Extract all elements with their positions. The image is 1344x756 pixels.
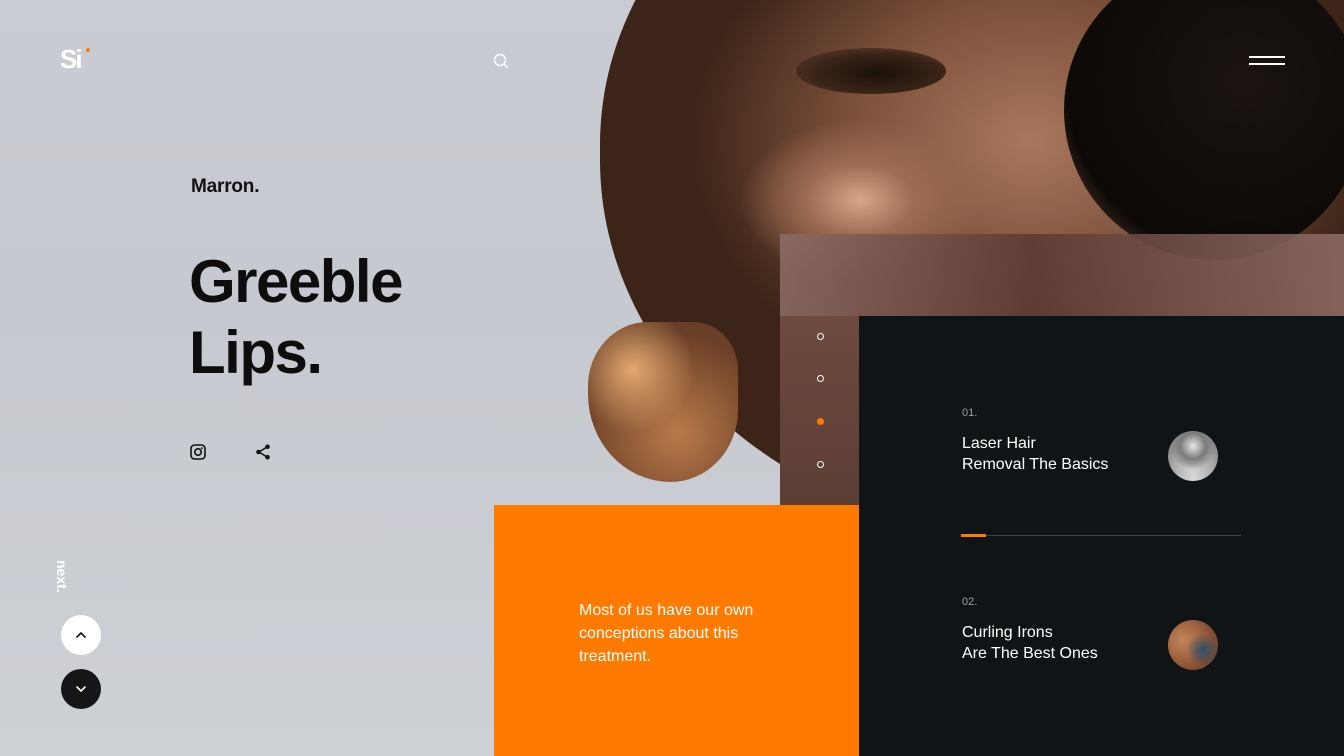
article-progress-fill — [961, 534, 987, 537]
promo-card: Most of us have our own conceptions abou… — [494, 505, 859, 756]
article-progress-track — [961, 534, 1241, 537]
hamburger-icon — [1249, 56, 1285, 58]
next-slide-button[interactable] — [61, 669, 101, 709]
menu-button[interactable] — [1246, 52, 1288, 70]
promo-text: Most of us have our own conceptions abou… — [579, 602, 754, 665]
glitter-lips-shape — [588, 322, 738, 482]
search-button[interactable] — [490, 50, 512, 72]
next-label: next. — [54, 560, 70, 593]
slider-dot-3-active[interactable] — [817, 418, 824, 425]
article-thumbnail-2[interactable] — [1168, 620, 1218, 670]
hamburger-icon-line — [1249, 63, 1285, 65]
slider-dot-2[interactable] — [817, 375, 824, 382]
logo-text: Si — [60, 44, 83, 74]
share-button[interactable] — [253, 442, 273, 462]
chevron-up-icon — [76, 632, 86, 638]
article-item-1[interactable]: 01. Laser Hair Removal The Basics — [962, 407, 1262, 475]
article-number: 01. — [962, 407, 978, 419]
article-item-2[interactable]: 02. Curling Irons Are The Best Ones — [962, 596, 1262, 664]
page: Si Marron. Greeble Lips. next. Most of u… — [0, 0, 1344, 756]
slider-dots — [817, 333, 825, 469]
articles-panel: 01. Laser Hair Removal The Basics 02. Cu… — [859, 316, 1344, 756]
blurred-image-panel — [780, 234, 1344, 316]
article-thumbnail-1[interactable] — [1168, 431, 1218, 481]
slider-dot-1[interactable] — [817, 333, 824, 340]
previous-slide-button[interactable] — [61, 615, 101, 655]
share-icon — [256, 444, 270, 460]
eye-shape — [796, 48, 946, 94]
instagram-icon — [190, 444, 206, 460]
search-icon — [493, 53, 509, 69]
title-line-1: Greeble — [189, 248, 403, 315]
title-line-2: Lips. — [189, 319, 323, 386]
site-logo[interactable]: Si — [60, 44, 90, 74]
page-title: Greeble Lips. — [189, 246, 489, 388]
instagram-button[interactable] — [188, 442, 208, 462]
article-number: 02. — [962, 596, 978, 608]
chevron-down-icon — [76, 686, 86, 692]
slider-dot-4[interactable] — [817, 461, 824, 468]
logo-dot — [86, 48, 90, 52]
brand-name: Marron. — [191, 176, 260, 197]
